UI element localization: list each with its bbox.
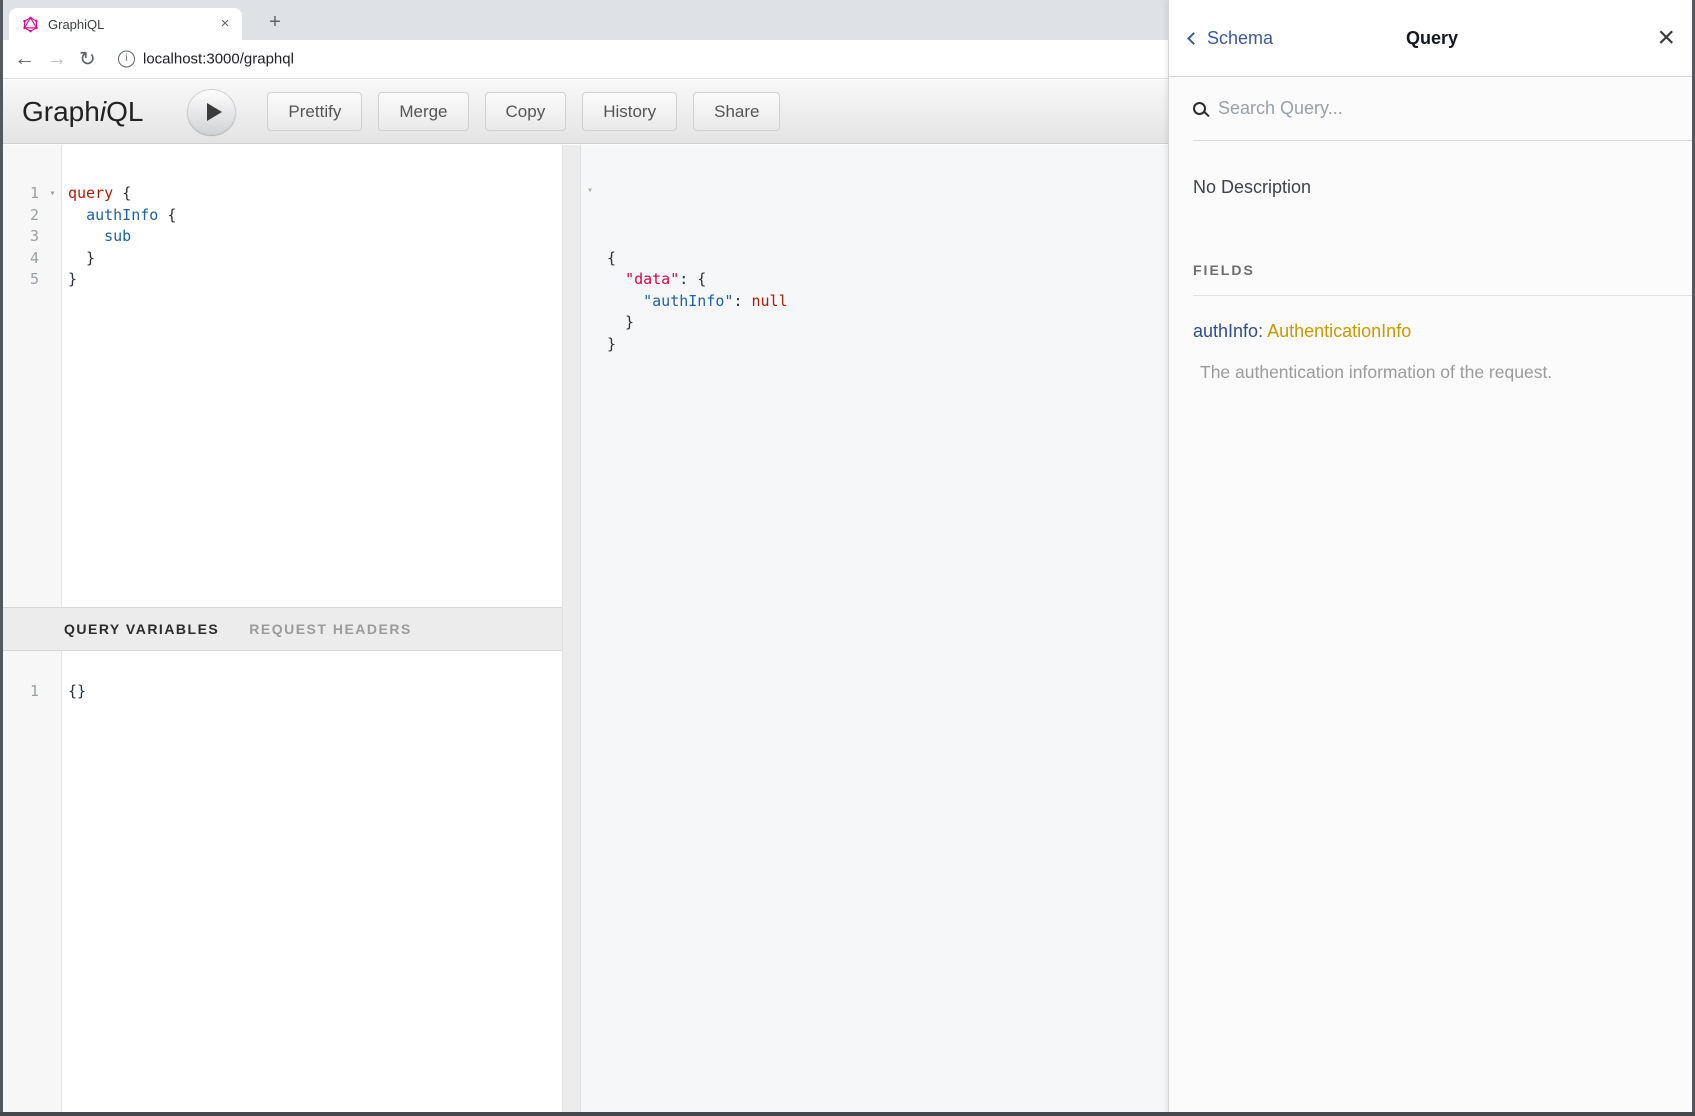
graphql-logo-icon — [22, 16, 39, 33]
tab-query-variables[interactable]: QUERY VARIABLES — [64, 621, 219, 637]
address-bar[interactable]: localhost:3000/graphql — [143, 51, 294, 68]
chevron-left-icon — [1187, 32, 1200, 45]
window-border-left — [0, 0, 3, 1116]
variables-tab-bar: QUERY VARIABLES REQUEST HEADERS — [3, 607, 562, 651]
docs-search-input[interactable] — [1218, 98, 1658, 119]
prettify-button[interactable]: Prettify — [267, 92, 362, 131]
code-line[interactable]: } — [607, 312, 1168, 334]
new-tab-button[interactable]: + — [262, 10, 288, 36]
back-icon[interactable]: ← — [14, 47, 35, 71]
fold-icon[interactable]: ▾ — [587, 186, 593, 196]
graphiql-logo: GraphiQL — [22, 96, 143, 128]
field-description: The authentication information of the re… — [1193, 362, 1671, 383]
window-border-bottom — [0, 1112, 1695, 1116]
code-line[interactable]: } — [607, 334, 1168, 356]
type-description: No Description — [1193, 177, 1671, 198]
workspace: 1▾2345 query { authInfo { sub }} QUERY V… — [3, 145, 1168, 1112]
code-line[interactable]: sub — [68, 226, 562, 248]
forward-icon[interactable]: → — [46, 47, 67, 71]
query-editor-gutter: 1▾2345 — [3, 145, 62, 607]
play-icon — [207, 103, 222, 121]
code-line[interactable]: authInfo { — [68, 205, 562, 227]
field-row: authInfo: AuthenticationInfo — [1193, 321, 1671, 342]
tab-title: GraphiQL — [48, 17, 216, 32]
reload-icon[interactable]: ↻ — [79, 47, 96, 72]
code-line[interactable]: {} — [68, 681, 562, 703]
fields-heading: FIELDS — [1193, 262, 1671, 278]
field-name-link[interactable]: authInfo — [1193, 321, 1258, 341]
result-viewer[interactable]: ▾ { "data": { "authInfo": null }} — [581, 145, 1168, 1112]
docs-search-row — [1193, 77, 1695, 141]
browser-tab[interactable]: GraphiQL × — [9, 8, 242, 40]
code-line[interactable]: "data": { — [607, 269, 1168, 291]
search-icon — [1193, 102, 1206, 115]
fold-icon[interactable]: ▾ — [44, 183, 61, 205]
code-line[interactable]: "authInfo": null — [607, 291, 1168, 313]
tab-request-headers[interactable]: REQUEST HEADERS — [249, 621, 412, 637]
execute-query-button[interactable] — [187, 89, 236, 135]
variables-editor-code[interactable]: {} — [62, 651, 562, 1113]
docs-back-label: Schema — [1207, 28, 1273, 49]
copy-button[interactable]: Copy — [485, 92, 567, 131]
fields-divider — [1193, 295, 1695, 296]
variables-editor[interactable]: 1 {} — [3, 651, 562, 1113]
history-button[interactable]: History — [582, 92, 677, 131]
query-editor-code[interactable]: query { authInfo { sub }} — [62, 145, 562, 607]
type-name-link[interactable]: AuthenticationInfo — [1267, 321, 1411, 341]
query-editor[interactable]: 1▾2345 query { authInfo { sub }} — [3, 145, 562, 607]
variables-editor-gutter: 1 — [3, 651, 62, 1113]
docs-content: No Description FIELDS authInfo: Authenti… — [1169, 141, 1695, 383]
doc-explorer: Schema Query × No Description FIELDS aut… — [1168, 0, 1695, 1116]
code-line[interactable]: } — [68, 248, 562, 270]
doc-explorer-header: Schema Query × — [1169, 0, 1695, 77]
merge-button[interactable]: Merge — [378, 92, 468, 131]
site-info-icon[interactable]: i — [118, 51, 135, 68]
code-line[interactable]: query { — [68, 183, 562, 205]
pane-resize-handle[interactable] — [562, 145, 581, 1112]
graphiql-toolbar: GraphiQL Prettify Merge Copy History Sha… — [3, 80, 1168, 144]
code-line[interactable]: } — [68, 269, 562, 291]
share-button[interactable]: Share — [693, 92, 780, 131]
code-line[interactable]: { — [607, 248, 1168, 270]
editor-column: 1▾2345 query { authInfo { sub }} QUERY V… — [3, 145, 562, 1112]
tab-close-icon[interactable]: × — [216, 15, 234, 33]
docs-close-icon[interactable]: × — [1657, 23, 1675, 53]
docs-back-button[interactable]: Schema — [1189, 28, 1273, 49]
